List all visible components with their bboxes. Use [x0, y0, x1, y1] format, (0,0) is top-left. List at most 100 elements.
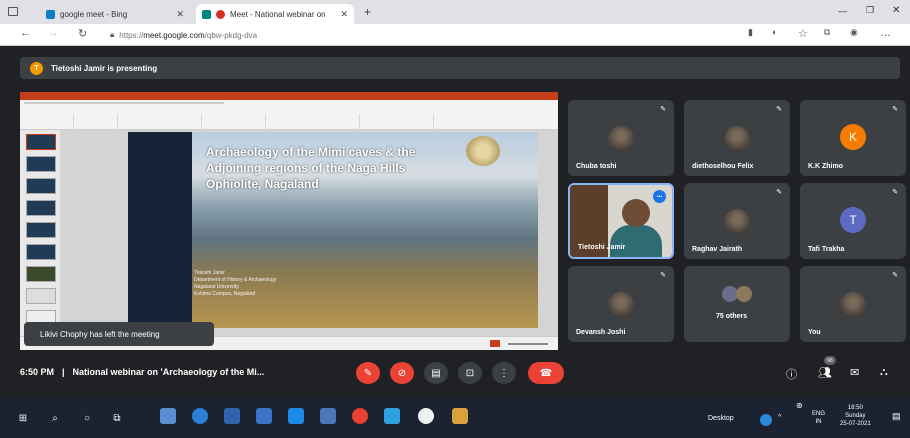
participant-tile[interactable]: ✎ T Tafi Trakha	[800, 183, 906, 259]
slide-thumbnail[interactable]	[26, 244, 56, 260]
tab-bing[interactable]: google meet - Bing ✕	[40, 4, 190, 24]
participant-tile[interactable]: ✎ K K.K Zhimo	[800, 100, 906, 176]
teams-icon[interactable]	[384, 408, 400, 424]
avatar	[736, 286, 752, 302]
camera-toggle-button[interactable]: ⊘	[390, 362, 414, 384]
presenter-avatar: T	[30, 61, 43, 75]
windows-start-icon[interactable]: ⊞	[16, 412, 30, 424]
participant-tile[interactable]: ✎ Devansh Joshi	[568, 266, 674, 342]
outlook-icon[interactable]	[224, 408, 240, 424]
slide-thumbnail[interactable]	[26, 266, 56, 282]
slide: Archaeology of the Mimi caves & the Adjo…	[128, 132, 538, 328]
close-icon[interactable]: ✕	[340, 9, 348, 20]
captions-button[interactable]: ▤	[424, 362, 448, 384]
forward-icon[interactable]: →	[48, 27, 59, 39]
store-icon[interactable]	[256, 408, 272, 424]
mic-off-icon: ✎	[776, 189, 782, 196]
participant-tile[interactable]: ✎ Chuba toshi	[568, 100, 674, 176]
avatar: T	[840, 207, 866, 233]
participant-tile[interactable]: ✎ Raghav Jairath	[684, 183, 790, 259]
tab-bar: google meet - Bing ✕ Meet - National web…	[0, 0, 910, 24]
back-icon[interactable]: ←	[20, 27, 31, 39]
more-vert-icon: ⋮	[499, 367, 509, 379]
minimize-icon[interactable]: —	[838, 6, 847, 16]
participant-name: Devansh Joshi	[576, 329, 626, 336]
tab-title: google meet - Bing	[60, 9, 128, 19]
cortana-icon[interactable]: ○	[80, 412, 94, 424]
mic-toggle-button[interactable]: ✎	[356, 362, 380, 384]
tab-title: Meet - National webinar on	[230, 9, 326, 19]
language-indicator[interactable]: ENG IN	[812, 410, 825, 426]
mic-off-icon: ✎	[363, 367, 373, 379]
mic-off-icon: ✎	[892, 189, 898, 196]
maximize-icon[interactable]: ❐	[866, 5, 874, 16]
slide-thumbnail[interactable]	[26, 288, 56, 304]
url-path: /qbw-pkdg-dva	[204, 30, 258, 40]
chrome-icon[interactable]	[352, 408, 368, 424]
app-icon[interactable]	[160, 408, 176, 424]
url-field[interactable]: 🔒︎ https://meet.google.com/qbw-pkdg-dva	[110, 27, 710, 43]
settings-icon[interactable]	[418, 408, 434, 424]
avatar	[724, 209, 750, 235]
hang-up-icon: ☎	[539, 367, 553, 379]
avatar	[724, 126, 750, 152]
meeting-info: 6:50 PM | National webinar on 'Archaeolo…	[20, 367, 264, 377]
powerpoint-ribbon	[20, 100, 558, 134]
reload-icon[interactable]: ↻	[78, 27, 87, 40]
participant-name: 75 others	[716, 313, 748, 320]
profile-icon[interactable]: ◉	[850, 27, 858, 38]
mic-off-icon: ✎	[660, 272, 666, 279]
chat-icon[interactable]: ✉︎	[850, 366, 859, 379]
participant-name: diethoselhou Felix	[692, 163, 754, 170]
tab-actions-icon[interactable]	[8, 7, 18, 16]
participant-name: Raghav Jairath	[692, 246, 743, 253]
slide-thumbnail[interactable]	[26, 178, 56, 194]
people-icon[interactable]: 👥︎	[818, 366, 832, 379]
avatar	[840, 292, 866, 318]
close-icon[interactable]: ✕	[176, 9, 184, 20]
present-button[interactable]: ⊡	[458, 362, 482, 384]
slide-thumbnail[interactable]	[26, 222, 56, 238]
recording-icon	[216, 9, 225, 19]
participant-tile-active-speaker[interactable]: ••• Tietoshi Jamir	[568, 183, 674, 259]
slideshow-icon[interactable]	[490, 340, 500, 347]
lock-icon: 🔒︎	[110, 30, 115, 39]
show-hidden-icon[interactable]: ^	[778, 414, 781, 422]
more-icon[interactable]: …	[880, 27, 891, 39]
slide-thumbnail[interactable]	[26, 156, 56, 172]
new-tab-icon[interactable]: +	[364, 5, 371, 19]
favorites-icon[interactable]: ☆	[798, 27, 808, 40]
zoom-slider[interactable]	[508, 343, 548, 345]
divider: |	[62, 367, 65, 377]
notifications-icon[interactable]: ▤	[892, 412, 901, 421]
slide-author: Tiatoshi Jamir	[194, 270, 225, 276]
desktop-label[interactable]: Desktop	[708, 415, 734, 423]
camera-icon[interactable]: ▮	[748, 27, 753, 38]
info-icon[interactable]: ⓘ	[786, 366, 797, 382]
close-window-icon[interactable]: ✕	[892, 5, 900, 16]
speaker-face	[622, 199, 650, 227]
mail-icon[interactable]	[288, 408, 304, 424]
file-explorer-icon[interactable]	[452, 408, 468, 424]
speaking-indicator-icon: •••	[653, 190, 666, 203]
collections-icon[interactable]: ⧉	[824, 27, 830, 38]
slide-canvas: Archaeology of the Mimi caves & the Adjo…	[60, 130, 558, 336]
word-icon[interactable]	[320, 408, 336, 424]
others-tile[interactable]: 75 others	[684, 266, 790, 342]
captions-icon: ▤	[431, 367, 441, 379]
leave-call-button[interactable]: ☎	[528, 362, 564, 384]
clock[interactable]: 18:50 Sunday 25-07-2021	[840, 404, 871, 428]
participant-tile[interactable]: ✎ diethoselhou Felix	[684, 100, 790, 176]
network-icon[interactable]: ⊛	[796, 402, 803, 410]
search-icon[interactable]: ⌕	[48, 412, 62, 424]
weather-icon[interactable]	[760, 414, 772, 426]
task-view-icon[interactable]: ⧉	[110, 412, 124, 424]
participant-tile-self[interactable]: ✎ You	[800, 266, 906, 342]
more-options-button[interactable]: ⋮	[492, 362, 516, 384]
activities-icon[interactable]: ⛬	[880, 366, 888, 379]
slide-thumbnail[interactable]	[26, 134, 56, 150]
read-aloud-icon[interactable]: ◐	[772, 27, 777, 37]
edge-icon[interactable]	[192, 408, 208, 424]
slide-thumbnail[interactable]	[26, 200, 56, 216]
tab-meet[interactable]: Meet - National webinar on ✕	[196, 4, 354, 24]
